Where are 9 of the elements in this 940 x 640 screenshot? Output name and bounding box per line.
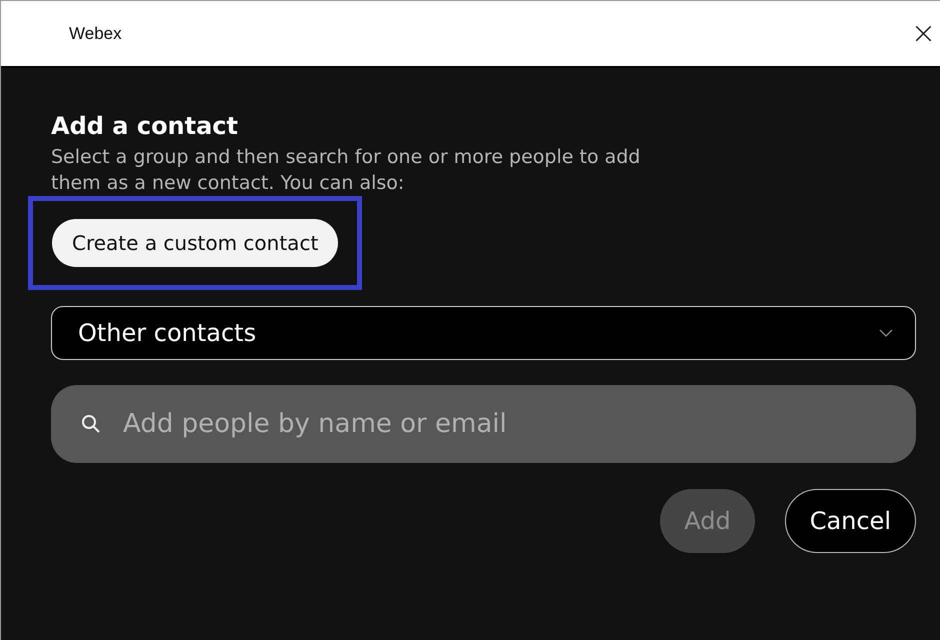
search-field[interactable]: Add people by name or email	[51, 385, 916, 463]
dialog-heading: Add a contact	[51, 112, 240, 140]
window-title: Webex	[69, 24, 122, 44]
cancel-button[interactable]: Cancel	[784, 489, 916, 553]
group-dropdown[interactable]: Other contacts	[51, 306, 916, 360]
description-text: Select a group and then search for one or more people to add them as a new contact. You can also:	[51, 145, 642, 196]
chevron-down-icon	[879, 329, 893, 337]
create-contact-button[interactable]: Create a custom contact	[52, 219, 338, 267]
close-button[interactable]: ×	[906, 18, 940, 48]
